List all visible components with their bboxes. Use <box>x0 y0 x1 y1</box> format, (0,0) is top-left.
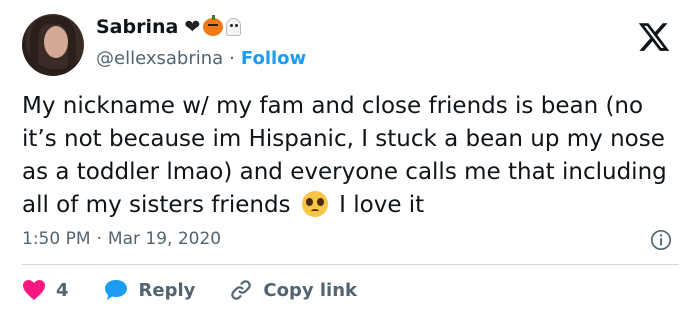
timestamp-separator: · <box>96 229 102 249</box>
like-count: 4 <box>56 279 69 301</box>
copy-link-label: Copy link <box>263 279 357 301</box>
tweet-text-tail: I love it <box>339 192 425 218</box>
ghost-icon <box>226 18 242 36</box>
tweet-timestamp[interactable]: 1:50 PM · Mar 19, 2020 <box>22 229 221 249</box>
tweet-text: My nickname w/ my fam and close friends … <box>22 90 682 222</box>
link-icon <box>231 280 252 300</box>
copy-link-button[interactable]: Copy link <box>229 278 357 302</box>
black-heart-icon: ❤ <box>184 15 201 38</box>
info-icon[interactable] <box>650 229 672 251</box>
name-emojis: ❤ <box>184 15 242 38</box>
action-bar: 4 Reply Copy link <box>22 277 357 303</box>
heart-icon <box>23 280 45 300</box>
follow-button[interactable]: Follow <box>241 48 306 69</box>
author-handle[interactable]: @ellexsabrina <box>96 48 223 69</box>
handle-separator: · <box>229 48 235 69</box>
jack-o-lantern-icon <box>203 15 224 36</box>
reply-label: Reply <box>138 279 196 301</box>
like-button[interactable]: 4 <box>22 279 69 301</box>
reply-button[interactable]: Reply <box>103 278 196 302</box>
author-handle-row: @ellexsabrina · Follow <box>96 48 306 69</box>
avatar-face <box>44 26 68 58</box>
author-name-row: Sabrina ❤ <box>96 15 242 38</box>
pleading-face-icon <box>301 191 328 217</box>
tweet-card: Sabrina ❤ @ellexsabrina · Follow My nick… <box>0 0 700 318</box>
tweet-time: 1:50 PM <box>22 229 91 249</box>
author-display-name[interactable]: Sabrina <box>96 16 178 38</box>
x-logo-icon[interactable] <box>637 20 671 54</box>
divider <box>22 264 679 265</box>
reply-bubble-icon <box>104 280 127 300</box>
tweet-date: Mar 19, 2020 <box>107 229 222 249</box>
avatar[interactable] <box>22 14 84 76</box>
